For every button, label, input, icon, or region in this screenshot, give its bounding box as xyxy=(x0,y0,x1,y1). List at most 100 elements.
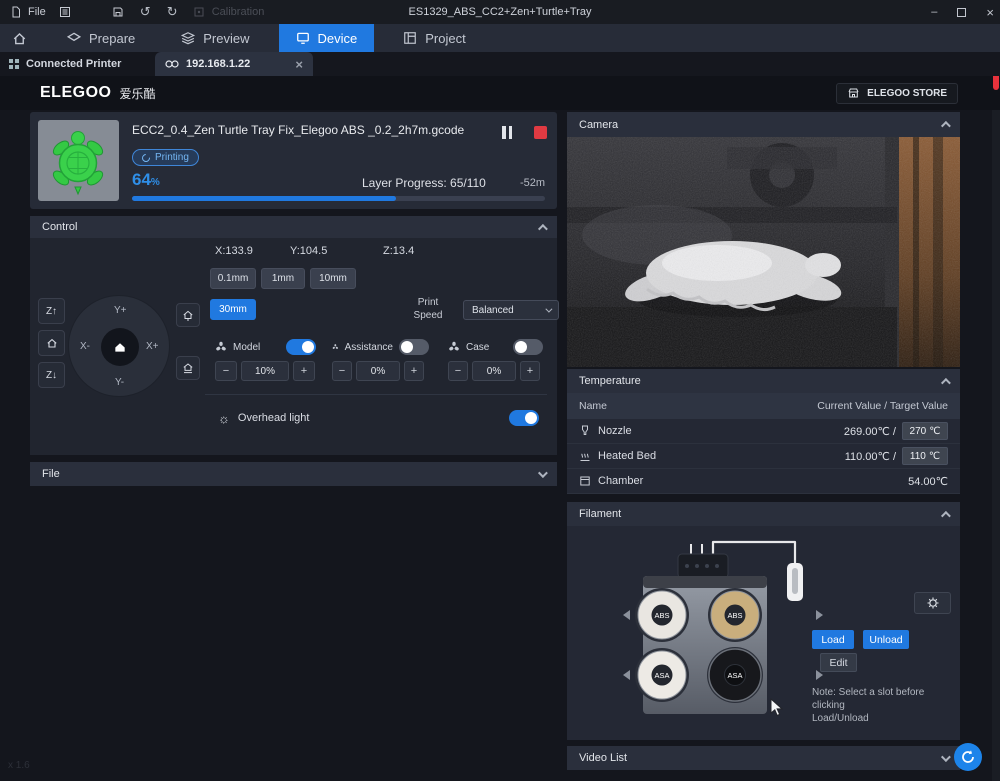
filament-settings-button[interactable] xyxy=(914,592,951,614)
jog-y-minus[interactable]: Y- xyxy=(115,377,124,388)
chamber-label: Chamber xyxy=(598,475,644,487)
assistance-fan-stepper: − 0% + xyxy=(332,361,424,381)
home-nozzle-button[interactable] xyxy=(176,303,200,327)
edit-button[interactable]: Edit xyxy=(820,653,857,672)
video-list-panel-header[interactable]: Video List xyxy=(567,746,960,770)
camera-panel-header[interactable]: Camera xyxy=(567,112,960,137)
overhead-light-label: Overhead light xyxy=(237,412,310,424)
light-icon: ☼ xyxy=(218,410,230,426)
coordinate-y: Y:104.5 xyxy=(290,245,328,257)
nozzle-icon xyxy=(582,425,588,435)
slot-left-arrow-icon[interactable] xyxy=(623,610,630,620)
file-panel-header[interactable]: File xyxy=(30,462,557,486)
assistance-fan-row: Assistance xyxy=(332,338,429,356)
col-value: Current Value / Target Value xyxy=(817,400,948,412)
load-button[interactable]: Load xyxy=(812,630,854,649)
minus-button[interactable]: − xyxy=(332,361,352,381)
prepare-icon xyxy=(67,32,81,42)
stop-button[interactable] xyxy=(534,126,547,139)
app-header: ELEGOO 爱乐酷 ELEGOO STORE xyxy=(0,76,1000,110)
assistance-fan-toggle[interactable] xyxy=(399,339,429,355)
coordinate-z: Z:13.4 xyxy=(383,245,415,257)
step-1mm-button[interactable]: 1mm xyxy=(261,268,305,289)
jog-x-minus[interactable]: X- xyxy=(80,341,90,352)
jog-x-plus[interactable]: X+ xyxy=(146,341,159,352)
close-button[interactable]: × xyxy=(986,5,994,20)
tab-preview[interactable]: Preview xyxy=(164,24,266,52)
bed-target-input[interactable]: 110 ℃ xyxy=(902,447,948,465)
temperature-panel-header[interactable]: Temperature xyxy=(567,369,960,393)
control-panel-header[interactable]: Control xyxy=(30,216,557,238)
step-0.1mm-button[interactable]: 0.1mm xyxy=(210,268,256,289)
step-10mm-button[interactable]: 10mm xyxy=(310,268,356,289)
temperature-panel-title: Temperature xyxy=(579,375,641,387)
unload-button[interactable]: Unload xyxy=(863,630,909,649)
mouse-cursor xyxy=(770,698,784,717)
chevron-up-icon xyxy=(940,120,951,131)
home-all-button[interactable] xyxy=(101,328,139,366)
file-panel-title: File xyxy=(42,468,60,480)
filament-diagram: ABS ABS ASA ASA xyxy=(623,540,823,714)
refresh-fab[interactable] xyxy=(954,743,982,771)
print-speed-select[interactable]: Balanced xyxy=(463,300,559,320)
svg-text:ABS: ABS xyxy=(727,611,742,620)
overhead-light-toggle[interactable] xyxy=(509,410,539,426)
maximize-button[interactable] xyxy=(957,7,967,17)
chevron-up-icon xyxy=(940,377,951,388)
plus-button[interactable]: + xyxy=(404,361,424,381)
filament-slot-1[interactable]: ABS xyxy=(637,590,687,640)
filament-slot-2[interactable]: ABS xyxy=(710,590,760,640)
printer-tab[interactable]: 192.168.1.22 × xyxy=(155,52,313,76)
save-icon[interactable] xyxy=(111,5,126,20)
gcode-filename: ECC2_0.4_Zen Turtle Tray Fix_Elegoo ABS … xyxy=(132,123,465,137)
redo-icon[interactable]: ↻ xyxy=(165,4,180,20)
tab-device[interactable]: Device xyxy=(278,24,375,52)
refresh-icon xyxy=(962,750,974,763)
list-icon[interactable] xyxy=(58,5,73,20)
filament-slot-3[interactable]: ASA xyxy=(637,650,687,700)
print-speed-label: Print Speed xyxy=(413,297,443,321)
home-bed-button[interactable] xyxy=(176,356,200,380)
slot-left-arrow-icon[interactable] xyxy=(623,670,630,680)
undo-icon[interactable]: ↺ xyxy=(138,4,153,20)
brand-logo: ELEGOO xyxy=(40,84,112,101)
minimize-button[interactable]: – xyxy=(931,6,937,18)
slot-right-arrow-icon[interactable] xyxy=(816,610,823,620)
calibration-menu[interactable]: Calibration xyxy=(192,5,264,20)
calibration-icon xyxy=(192,5,207,20)
connected-printer-label: Connected Printer xyxy=(26,58,122,70)
case-fan-label: Case xyxy=(466,341,490,353)
home-nozzle-icon xyxy=(183,310,193,321)
z-down-button[interactable]: Z↓ xyxy=(38,362,65,388)
camera-feed xyxy=(567,137,960,367)
elegoo-store-label: ELEGOO STORE xyxy=(867,87,947,99)
chamber-current: 54.00℃ xyxy=(908,475,948,488)
case-fan-toggle[interactable] xyxy=(513,339,543,355)
filament-settings-icon xyxy=(927,597,938,609)
model-fan-toggle[interactable] xyxy=(286,339,316,355)
tab-prepare[interactable]: Prepare xyxy=(50,24,152,52)
plus-button[interactable]: + xyxy=(293,361,315,381)
home-nav-button[interactable] xyxy=(0,24,38,52)
step-30mm-button[interactable]: 30mm xyxy=(210,299,256,320)
z-up-button[interactable]: Z↑ xyxy=(38,298,65,324)
filament-panel-header[interactable]: Filament xyxy=(567,502,960,526)
home-icon xyxy=(46,338,57,348)
minus-button[interactable]: − xyxy=(215,361,237,381)
pause-button[interactable] xyxy=(502,126,516,140)
heated-bed-icon xyxy=(580,453,590,461)
printer-tab-close-icon[interactable]: × xyxy=(295,57,303,72)
jog-y-plus[interactable]: Y+ xyxy=(114,305,127,316)
xy-jog-pad[interactable]: Y+ X- X+ Y- xyxy=(68,295,170,397)
plus-button[interactable]: + xyxy=(520,361,540,381)
filament-slot-4[interactable]: ASA xyxy=(708,648,762,702)
file-menu[interactable]: File xyxy=(8,5,46,20)
tab-project[interactable]: Project xyxy=(386,24,482,52)
col-name: Name xyxy=(579,400,608,412)
scrollbar-track[interactable] xyxy=(992,52,1000,781)
svg-text:ASA: ASA xyxy=(654,671,669,680)
nozzle-target-input[interactable]: 270 ℃ xyxy=(902,422,948,440)
z-home-button[interactable] xyxy=(38,330,65,356)
minus-button[interactable]: − xyxy=(448,361,468,381)
elegoo-store-button[interactable]: ELEGOO STORE xyxy=(836,82,958,104)
